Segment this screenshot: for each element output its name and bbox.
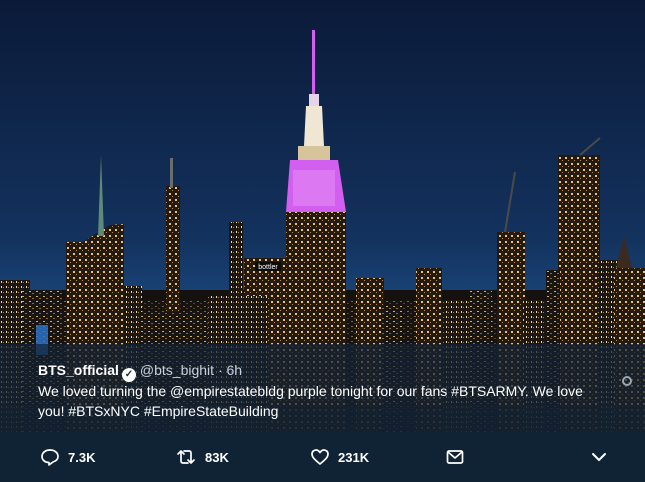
building-sign: bottler [255,262,281,271]
like-button[interactable]: 231K [310,432,369,482]
more-menu-button[interactable] [590,432,616,482]
timestamp-separator: · [217,362,223,378]
envelope-icon [446,450,464,464]
author-handle[interactable]: @bts_bighit [140,362,214,378]
reply-count: 7.3K [68,449,96,465]
direct-message-button[interactable] [445,432,473,482]
reply-button[interactable]: 7.3K [40,432,95,482]
tweet-actions-bar: 7.3K 83K 231K [0,432,645,482]
author-display-name[interactable]: BTS_official [38,362,119,378]
reply-icon [41,449,59,466]
retweet-count: 83K [205,449,229,465]
timestamp[interactable]: 6h [227,362,243,378]
heart-icon [311,449,329,465]
more-options-icon[interactable] [622,376,632,386]
verified-badge-icon: ✓ [121,368,136,382]
retweet-button[interactable]: 83K [175,432,229,482]
like-count: 231K [338,449,370,465]
chevron-down-icon [592,453,606,461]
svg-text:bottler: bottler [258,264,278,271]
retweet-icon [177,450,195,464]
tweet-author-line: BTS_official ✓ @bts_bighit · 6h [38,362,242,382]
tweet-text: We loved turning the @empirestatebldg pu… [38,383,583,419]
tweet-card: bottler BTS_official ✓ @bts_bighit · 6h We… [0,0,645,482]
